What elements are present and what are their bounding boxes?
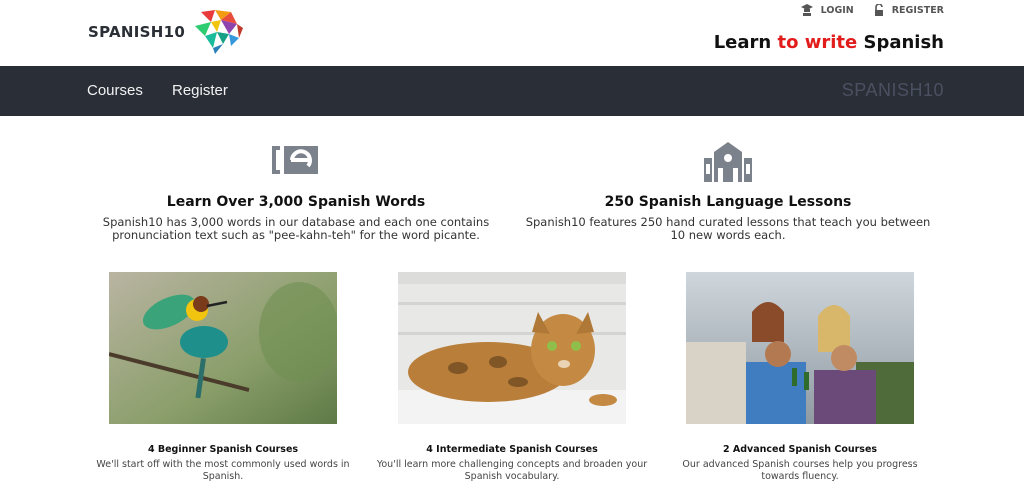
course-title: 4 Intermediate Spanish Courses <box>426 444 598 455</box>
tagline-part1: Learn <box>713 32 778 53</box>
parrot-logo-icon <box>195 10 244 54</box>
logo-text: SPANISH10 <box>88 23 186 41</box>
friends-toasting-photo <box>686 272 914 424</box>
login-label: LOGIN <box>820 4 854 16</box>
course-description-line: We'll start off with the most commonly u… <box>96 459 350 470</box>
register-link[interactable]: REGISTER <box>874 4 944 16</box>
feature-description-line: pronunciation text such as "pee-kahn-teh… <box>112 228 480 242</box>
tagline: Learn to write Spanish <box>714 32 944 53</box>
bee-eater-bird-photo <box>109 272 337 424</box>
course-card-advanced[interactable]: 2 Advanced Spanish Courses Our advanced … <box>655 272 945 483</box>
nav-brand[interactable]: SPANISH10 <box>842 80 944 101</box>
feature-description-line: 10 new words each. <box>670 228 786 242</box>
course-title: 4 Beginner Spanish Courses <box>147 444 299 455</box>
course-description: You'll learn more challenging concepts a… <box>367 459 657 483</box>
tagline-highlight: to write <box>777 32 858 53</box>
course-card-beginner[interactable]: 4 Beginner Spanish Courses We'll start o… <box>78 272 368 483</box>
course-description: Our advanced Spanish courses help you pr… <box>655 459 945 483</box>
main-nav: Courses Register SPANISH10 <box>0 66 1024 116</box>
feature-description: Spanish10 has 3,000 words in our databas… <box>86 216 506 242</box>
school-building-icon <box>704 142 752 182</box>
course-description-line: You'll learn more challenging concepts a… <box>376 459 648 470</box>
course-card-intermediate[interactable]: 4 Intermediate Spanish Courses You'll le… <box>367 272 657 483</box>
register-label: REGISTER <box>891 4 944 16</box>
nav-item-register[interactable]: Register <box>172 82 228 99</box>
feature-lessons: 250 Spanish Language Lessons Spanish10 f… <box>518 140 938 242</box>
course-description-line: Spanish vocabulary. <box>464 471 560 482</box>
course-description-line: Our advanced Spanish courses help you pr… <box>682 459 918 470</box>
login-link[interactable]: LOGIN <box>800 4 854 16</box>
graduate-icon <box>800 4 813 16</box>
tagline-part3: Spanish <box>857 32 944 53</box>
course-description-line: towards fluency. <box>761 471 839 482</box>
nav-item-courses[interactable]: Courses <box>87 82 143 99</box>
feature-words: Learn Over 3,000 Spanish Words Spanish10… <box>86 140 506 242</box>
account-links: LOGIN REGISTER <box>781 4 944 16</box>
feature-description: Spanish10 features 250 hand curated less… <box>518 216 938 242</box>
course-description-line: Spanish. <box>202 471 244 482</box>
e-logo-icon <box>272 146 318 174</box>
course-title: 2 Advanced Spanish Courses <box>722 444 878 455</box>
unlock-icon <box>874 4 883 16</box>
feature-title: 250 Spanish Language Lessons <box>604 194 852 210</box>
site-header: SPANISH10 LOGIN REGISTER Learn to write … <box>0 0 1024 66</box>
course-description: We'll start off with the most commonly u… <box>78 459 368 483</box>
feature-title: Learn Over 3,000 Spanish Words <box>166 194 426 210</box>
site-logo[interactable]: SPANISH10 <box>88 8 244 56</box>
bengal-cat-photo <box>398 272 626 424</box>
